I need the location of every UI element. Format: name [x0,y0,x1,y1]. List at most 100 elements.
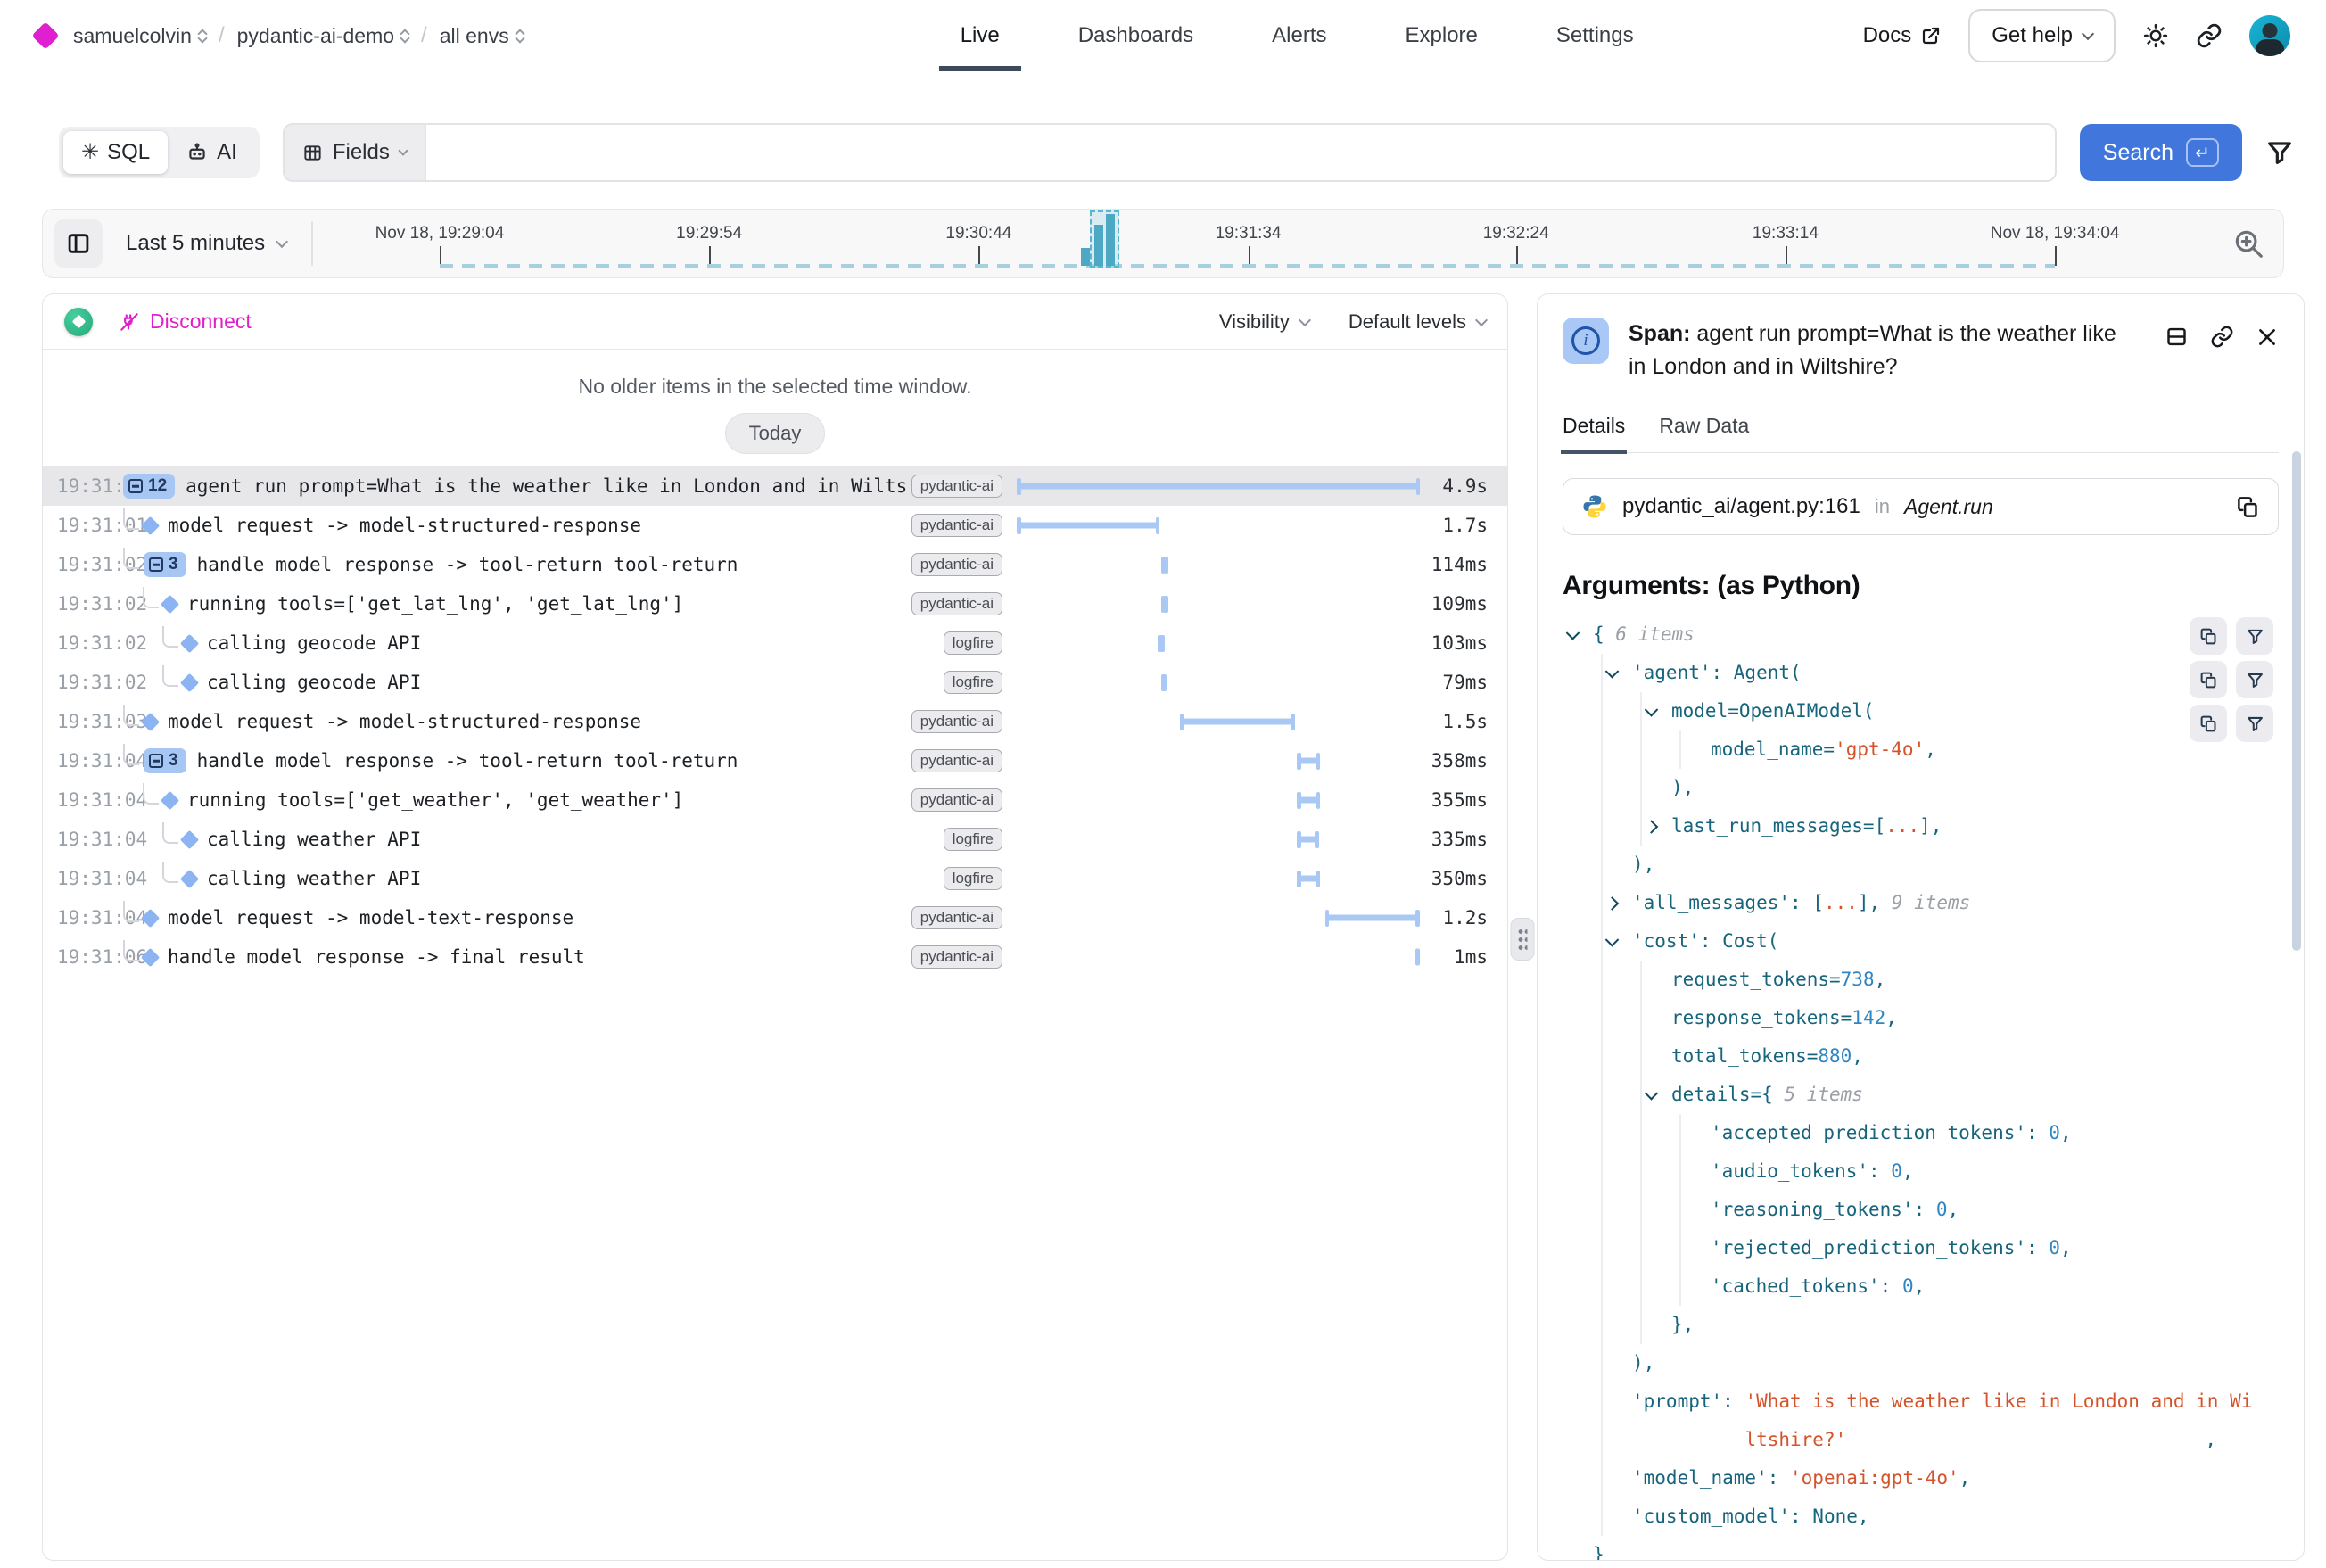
collapse-chip[interactable]: 3 [144,552,186,577]
collapse-chip[interactable]: 3 [144,748,186,773]
sql-mode-button[interactable]: ✳ SQL [63,131,168,174]
span-label: Span: [1629,321,1690,346]
span-name: model request -> model-structured-respon… [168,711,908,732]
code-line: response_tokens=142, [1563,999,2279,1037]
nav-tab-alerts[interactable]: Alerts [1272,0,1326,71]
link-icon [2210,325,2234,349]
ai-mode-button[interactable]: AI [168,131,255,174]
query-input[interactable] [425,123,2057,182]
timeline-selection[interactable] [1090,210,1119,268]
scope-tag[interactable]: pydantic-ai [911,906,1002,929]
scope-tag[interactable]: pydantic-ai [911,788,1002,812]
child-count: 12 [148,476,167,496]
scope-tag[interactable]: logfire [944,867,1002,890]
breadcrumb-item[interactable]: all envs [440,24,524,48]
breadcrumb-items: samuelcolvin /pydantic-ai-demo /all envs [73,23,524,48]
trace-row[interactable]: 19:31:023handle model response -> tool-r… [43,545,1507,584]
nav-tab-dashboards[interactable]: Dashboards [1078,0,1193,71]
timeline-chart[interactable]: Nov 18, 19:29:0419:29:5419:30:4419:31:34… [334,210,2219,277]
logfire-logo-icon[interactable] [31,21,59,49]
trace-timestamp: 19:31:03 [57,711,123,732]
code-token: { [1593,623,1615,645]
trace-row[interactable]: 19:31:02calling geocode APIlogfire79ms [43,663,1507,702]
scope-tag[interactable]: logfire [944,828,1002,851]
indent-guide [1601,922,1603,961]
trace-row[interactable]: 19:31:04calling weather APIlogfire350ms [43,859,1507,898]
expand-caret-icon[interactable] [1645,820,1659,834]
docs-link[interactable]: Docs [1863,23,1942,48]
user-avatar[interactable] [2249,15,2290,56]
share-link-button[interactable] [2196,22,2223,49]
nav-tab-settings[interactable]: Settings [1556,0,1634,71]
trace-row[interactable]: 19:31:02calling geocode APIlogfire103ms [43,623,1507,663]
scope-tag[interactable]: pydantic-ai [911,475,1002,498]
trace-row[interactable]: 19:31:06handle model response -> final r… [43,937,1507,977]
trace-row[interactable]: 19:31:04running tools=['get_weather', 'g… [43,780,1507,820]
default-levels-menu[interactable]: Default levels [1349,310,1486,334]
scope-tag[interactable]: pydantic-ai [911,553,1002,576]
trace-row[interactable]: 19:31:04model request -> model-text-resp… [43,898,1507,937]
indent-guide [1640,1076,1642,1114]
child-count: 3 [169,751,178,771]
search-button[interactable]: Search ↵ [2080,124,2242,181]
breadcrumb-item[interactable]: samuelcolvin [73,24,206,48]
nav-tab-explore[interactable]: Explore [1406,0,1478,71]
tree-connector [123,705,139,726]
scrollbar-thumb[interactable] [2292,451,2301,951]
collapse-caret-icon[interactable] [1645,703,1659,717]
collapse-caret-icon[interactable] [1605,664,1620,679]
scope-tag[interactable]: logfire [944,631,1002,655]
scope-tag[interactable]: logfire [944,671,1002,694]
span-name: calling weather API [207,829,908,850]
source-file-path[interactable]: pydantic_ai/agent.py:161 [1622,494,1860,519]
scope-tag[interactable]: pydantic-ai [911,514,1002,537]
detail-tab-details[interactable]: Details [1563,414,1625,438]
collapse-chip[interactable]: 12 [123,474,175,499]
scope-tag[interactable]: pydantic-ai [911,710,1002,733]
breadcrumb: samuelcolvin /pydantic-ai-demo /all envs [36,23,524,48]
expand-caret-icon[interactable] [1605,896,1620,911]
duration-bar-area [1017,937,1420,977]
collapse-caret-icon[interactable] [1605,933,1620,947]
filter-button[interactable] [2265,138,2294,167]
scope-tag[interactable]: pydantic-ai [911,945,1002,969]
query-input-group: Fields [283,123,2057,182]
collapse-caret-icon[interactable] [1566,626,1580,640]
trace-row[interactable]: 19:31:0112agent run prompt=What is the w… [43,466,1507,506]
zoom-in-button[interactable] [2231,227,2265,260]
code-token: , [1948,1199,1959,1220]
indent-guide [1640,807,1642,846]
detail-tab-raw-data[interactable]: Raw Data [1659,414,1749,438]
scope-tag[interactable]: pydantic-ai [911,749,1002,772]
trace-row[interactable]: 19:31:03 model request -> model-structure… [43,702,1507,741]
trace-row[interactable]: 19:31:01model request -> model-structure… [43,506,1507,545]
nav-tab-live[interactable]: Live [961,0,1000,71]
breadcrumb-item[interactable]: pydantic-ai-demo [237,24,408,48]
duration-bar-area [1017,780,1420,820]
trace-row[interactable]: 19:31:04calling weather APIlogfire335ms [43,820,1507,859]
fields-dropdown-button[interactable]: Fields [283,123,425,182]
code-token: model_name= [1711,739,1835,760]
split-view-button[interactable] [2165,325,2189,349]
timeline-tick-label: 19:32:24 [1483,224,1549,243]
disconnect-button[interactable]: Disconnect [118,309,252,334]
trace-row[interactable]: 19:31:043handle model response -> tool-r… [43,741,1507,780]
copy-source-button[interactable] [2236,495,2260,519]
duration-bar-area [1017,506,1420,545]
scope-tag[interactable]: pydantic-ai [911,592,1002,615]
tree-connector [162,862,178,883]
visibility-menu[interactable]: Visibility [1219,310,1309,334]
copy-span-link-button[interactable] [2210,325,2234,349]
collapse-caret-icon[interactable] [1645,1086,1659,1101]
get-help-button[interactable]: Get help [1968,9,2116,62]
chevron-down-icon [1475,313,1488,326]
trace-row[interactable]: 19:31:02running tools=['get_lat_lng', 'g… [43,584,1507,623]
time-range-selector[interactable]: Last 5 minutes [126,231,286,256]
panel-resize-handle[interactable] [1511,918,1535,961]
indent-guide [1640,1191,1642,1229]
trace-timestamp: 19:31:06 [57,946,123,968]
sidebar-toggle-button[interactable] [54,219,103,268]
today-badge[interactable]: Today [725,413,826,454]
theme-toggle-button[interactable] [2142,22,2169,49]
close-panel-button[interactable] [2256,325,2279,349]
